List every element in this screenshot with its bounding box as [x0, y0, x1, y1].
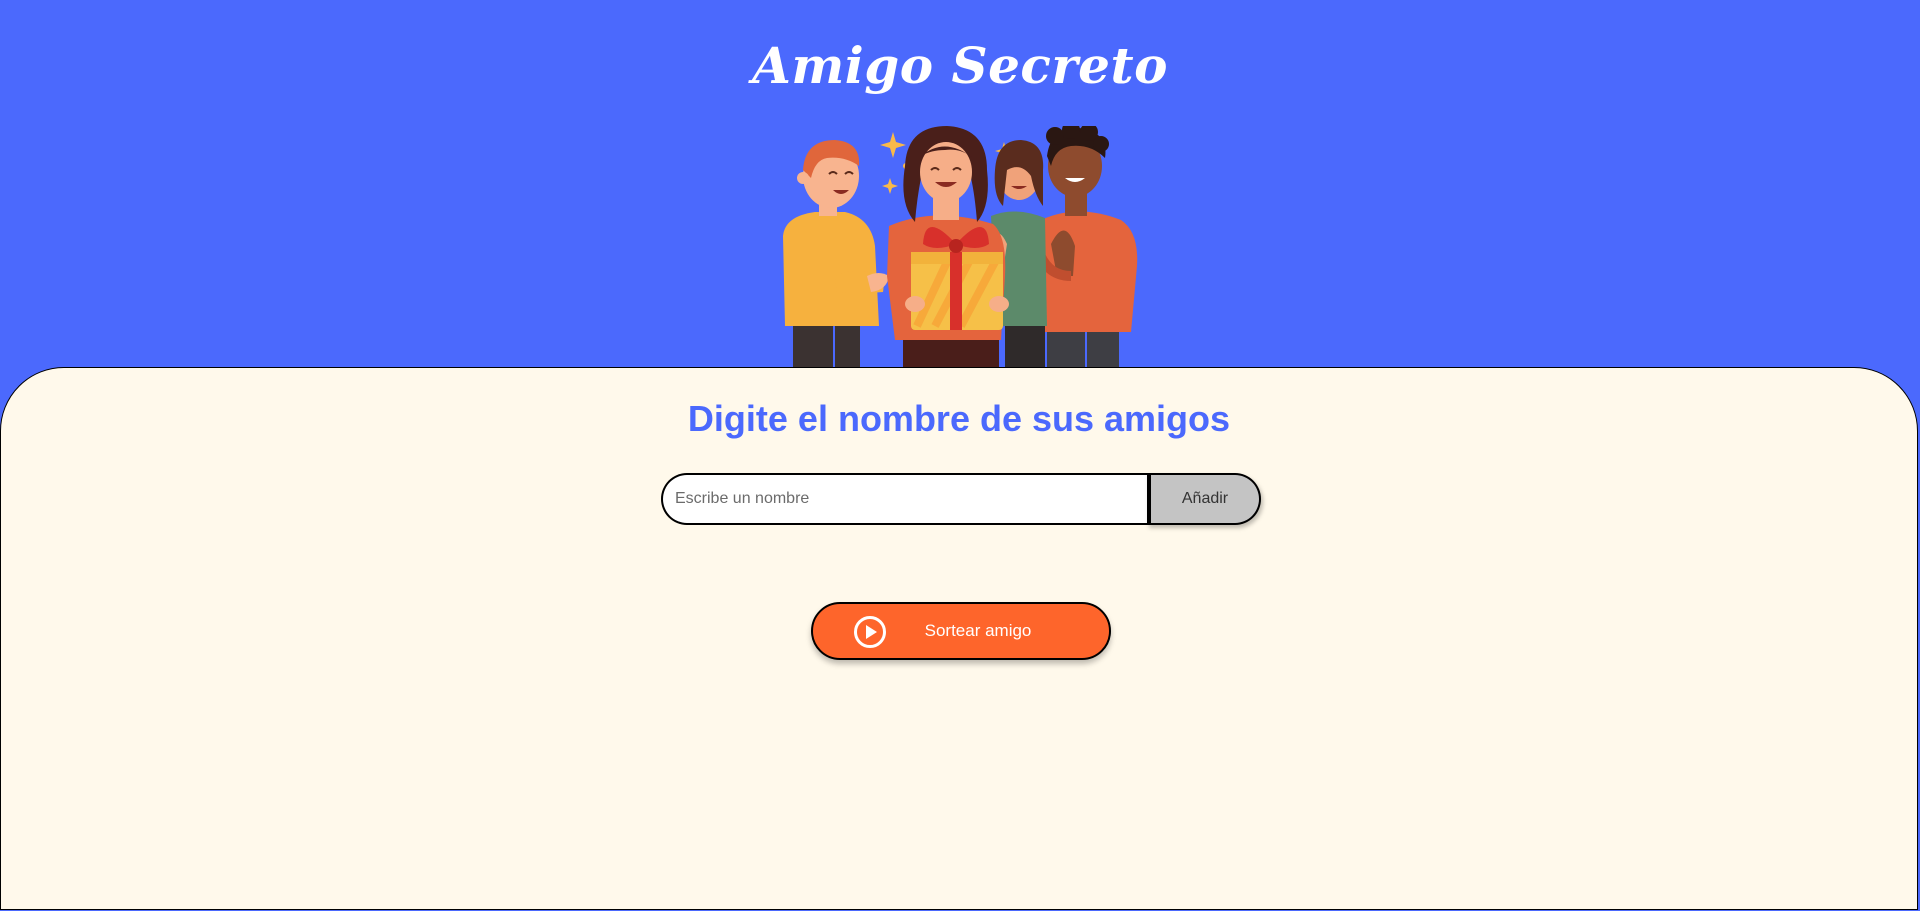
person-left	[783, 140, 889, 368]
section-title: Digite el nombre de sus amigos	[687, 398, 1231, 439]
person-center	[887, 126, 1009, 368]
header: Amigo Secreto	[0, 0, 1920, 368]
add-button[interactable]: Añadir	[1147, 473, 1261, 525]
friend-name-input[interactable]	[661, 473, 1148, 525]
add-friend-form: Añadir	[661, 473, 1261, 525]
draw-button-label: Sortear amigo	[924, 621, 1032, 640]
main-panel: Digite el nombre de sus amigos Añadir So…	[0, 367, 1918, 910]
draw-friend-button[interactable]: Sortear amigo	[811, 602, 1111, 660]
person-right	[1032, 126, 1138, 368]
friends-with-gift-illustration	[783, 126, 1138, 368]
app-title: Amigo Secreto	[752, 36, 1168, 95]
play-circle-icon	[854, 616, 886, 648]
